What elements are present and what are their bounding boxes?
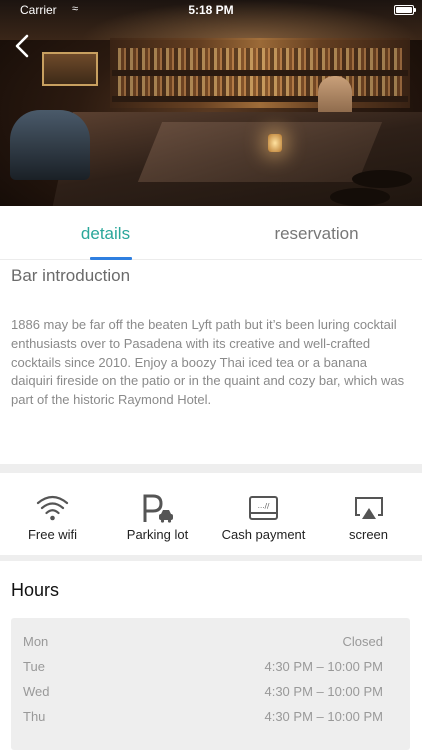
amenity-label: Free wifi — [27, 527, 78, 542]
photo-stool — [352, 170, 412, 188]
intro-title: Bar introduction — [11, 266, 131, 285]
hours-time: 4:30 PM – 10:00 PM — [264, 684, 383, 699]
amenity-screen: screen — [316, 490, 421, 550]
photo-wall-frame — [42, 52, 98, 86]
parking-icon — [105, 494, 210, 524]
amenity-label: Parking lot — [126, 527, 189, 542]
hours-row: Thu 4:30 PM – 10:00 PM — [23, 709, 383, 729]
screen-icon — [316, 494, 421, 524]
photo-stool — [330, 188, 390, 206]
card-icon: …// — [211, 494, 316, 524]
section-divider — [0, 555, 422, 561]
status-bar: Carrier ≈ 5:18 PM — [0, 0, 422, 20]
bar-photo — [0, 0, 422, 206]
amenity-label: screen — [348, 527, 389, 542]
back-button[interactable] — [10, 32, 38, 60]
hours-day: Mon — [23, 634, 49, 649]
hours-day: Wed — [23, 684, 50, 699]
hours-table: Mon Closed Tue 4:30 PM – 10:00 PM Wed 4:… — [11, 618, 410, 750]
hours-day: Tue — [23, 659, 45, 674]
amenity-parking-lot: Parking lot — [105, 490, 210, 550]
status-time: 5:18 PM — [188, 3, 234, 17]
amenity-cash-payment: …// Cash payment — [211, 490, 316, 550]
photo-table-lamp — [268, 134, 282, 152]
hours-time: 4:30 PM – 10:00 PM — [264, 659, 383, 674]
hours-day: Thu — [23, 709, 46, 724]
amenity-label: Cash payment — [221, 527, 306, 542]
tab-bar: details reservation — [0, 206, 422, 260]
battery-icon — [394, 5, 416, 15]
intro-text: 1886 may be far off the beaten Lyft path… — [11, 317, 405, 408]
hours-time: Closed — [342, 634, 383, 649]
hours-title: Hours — [11, 580, 60, 600]
hours-row: Mon Closed — [23, 634, 383, 654]
tab-reservation[interactable]: reservation — [211, 206, 422, 260]
photo-counter-top — [137, 122, 383, 182]
photo-shelf-row — [112, 96, 408, 102]
hours-row: Wed 4:30 PM – 10:00 PM — [23, 684, 383, 704]
active-tab-indicator — [90, 257, 132, 260]
chevron-left-icon — [15, 34, 29, 58]
photo-patron — [10, 110, 90, 180]
wifi-icon — [0, 494, 105, 524]
amenity-free-wifi: Free wifi — [0, 490, 105, 550]
tab-details[interactable]: details — [0, 206, 211, 260]
hours-time: 4:30 PM – 10:00 PM — [264, 709, 383, 724]
hours-row: Tue 4:30 PM – 10:00 PM — [23, 659, 383, 679]
section-divider — [0, 464, 422, 473]
photo-shelf-row — [112, 70, 408, 76]
svg-text:…//: …// — [258, 502, 270, 510]
